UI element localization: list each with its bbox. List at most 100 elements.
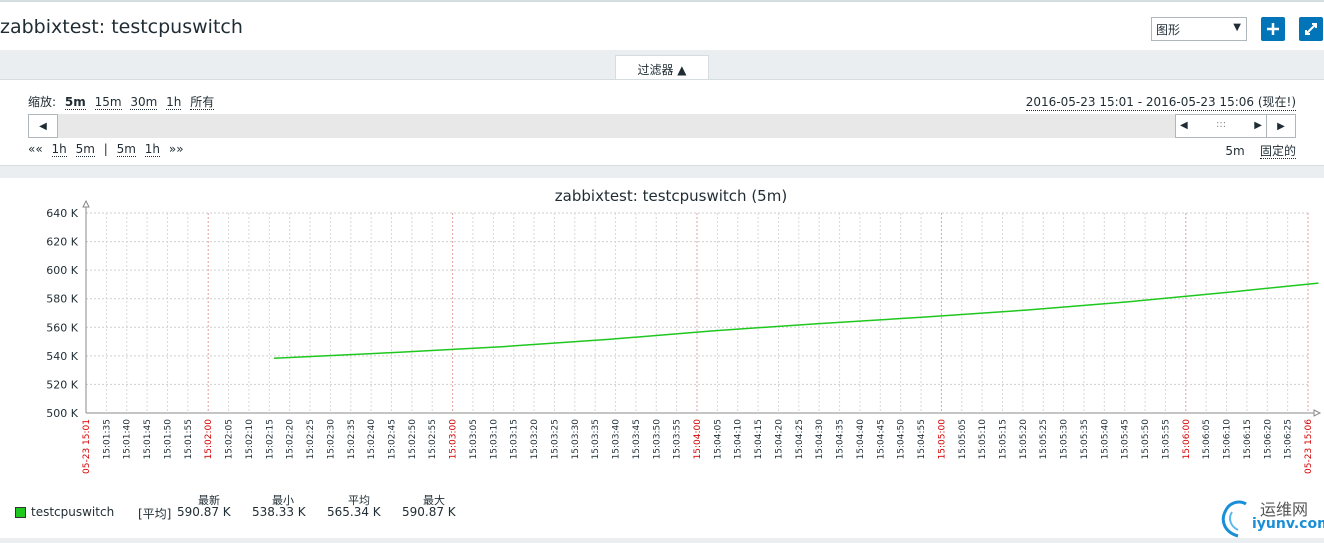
x-tick-label: 15:05:30 [1060, 419, 1070, 460]
period-nav: «« 1h 5m | 5m 1h »» [28, 142, 189, 157]
legend-value-last: 590.87 K [177, 505, 231, 519]
x-tick-label: 15:01:45 [143, 419, 153, 459]
y-axis: 640 K 620 K 600 K 580 K 560 K 540 K 520 K 500 K [46, 199, 90, 420]
watermark-logo: 运维网 iyunv.com [1218, 490, 1324, 540]
fixed-toggle[interactable]: 固定的 [1259, 144, 1296, 159]
x-axis-arrow-icon [1313, 409, 1322, 417]
x-tick-label: 15:03:30 [571, 419, 581, 460]
page-header: zabbixtest: testcpuswitch 图形 ▼ [0, 2, 1324, 50]
period-info: 5m 固定的 [1225, 142, 1296, 159]
x-tick-label: 05-23 15:06 [1304, 419, 1314, 474]
legend-name: testcpuswitch [31, 505, 115, 519]
x-tick-label: 15:03:20 [530, 419, 540, 460]
x-tick-label: 15:03:25 [550, 419, 560, 459]
x-tick-label: 15:04:55 [917, 419, 927, 459]
x-axis: 05-23 15:01 15:01:35 15:01:40 15:01:45 15:01… [82, 409, 1322, 474]
x-tick-label: 15:03:50 [652, 419, 662, 460]
legend-value-avg: 565.34 K [327, 505, 381, 519]
zoom-15m[interactable]: 15m [94, 95, 122, 110]
x-tick-label: 15:03:15 [510, 419, 520, 459]
slider-grip-icon[interactable]: ::: [1216, 119, 1226, 130]
x-tick-label: 15:03:10 [489, 419, 499, 460]
legend-value-min: 538.33 K [252, 505, 306, 519]
time-scrollbar[interactable]: ◀ ◀ ::: ▶ ▶ [28, 114, 1296, 138]
nav-back-1h[interactable]: 1h [51, 142, 67, 157]
x-tick-label: 15:06:20 [1263, 419, 1273, 460]
time-range[interactable]: 2016-05-23 15:01 - 2016-05-23 15:06 (现在!… [1025, 93, 1296, 111]
plus-icon [1267, 23, 1279, 35]
x-tick-label: 15:06:15 [1243, 419, 1253, 459]
filter-tab[interactable]: 过滤器 ▲ [615, 55, 709, 80]
series-line-testcpuswitch [273, 282, 1319, 360]
y-tick-label: 500 K [46, 407, 78, 420]
x-tick-label: 15:05:40 [1100, 419, 1110, 460]
x-tick-label: 15:03:45 [632, 419, 642, 459]
x-tick-label: 15:02:10 [245, 419, 255, 460]
x-tick-label: 15:05:25 [1039, 419, 1049, 459]
zoom-1h[interactable]: 1h [166, 95, 182, 110]
x-tick-label: 15:03:40 [612, 419, 622, 460]
x-tick-label: 15:04:05 [713, 419, 723, 459]
x-tick-label: 15:01:40 [123, 419, 133, 460]
x-tick-label: 15:04:35 [836, 419, 846, 459]
nav-back-all[interactable]: «« [28, 142, 43, 156]
y-tick-label: 600 K [46, 264, 78, 277]
legend-value-max: 590.87 K [402, 505, 456, 519]
y-tick-label: 520 K [46, 378, 78, 391]
x-tick-label: 15:02:50 [408, 419, 418, 460]
scroll-left-button[interactable]: ◀ [28, 114, 58, 138]
x-tick-label: 15:04:20 [774, 419, 784, 460]
slider-right-handle-icon[interactable]: ▶ [1254, 120, 1262, 131]
scroll-right-button[interactable]: ▶ [1266, 114, 1296, 138]
x-tick-label: 15:06:00 [1182, 419, 1192, 460]
x-tick-label: 15:06:05 [1202, 419, 1212, 459]
left-arrow-icon: ◀ [39, 120, 47, 132]
zoom-row: 缩放: 5m 15m 30m 1h 所有 [28, 93, 219, 110]
page-title: zabbixtest: testcpuswitch [0, 16, 243, 38]
x-tick-label: 15:03:35 [591, 419, 601, 459]
slider-left-handle-icon[interactable]: ◀ [1180, 120, 1188, 131]
fullscreen-icon [1305, 23, 1317, 35]
legend-swatch [15, 507, 26, 518]
chart-title: zabbixtest: testcpuswitch (5m) [555, 187, 787, 205]
x-tick-label: 15:04:15 [754, 419, 764, 459]
x-tick-label: 15:03:00 [449, 419, 459, 460]
x-tick-label: 15:03:05 [469, 419, 479, 459]
view-select-value: 图形 [1156, 23, 1181, 37]
y-axis-arrow-icon [82, 199, 90, 208]
x-tick-label: 15:04:25 [795, 419, 805, 459]
y-tick-label: 640 K [46, 207, 78, 220]
x-tick-label: 15:05:10 [978, 419, 988, 460]
view-select[interactable]: 图形 ▼ [1151, 17, 1247, 41]
x-tick-label: 15:02:15 [265, 419, 275, 459]
zoom-5m[interactable]: 5m [64, 95, 86, 110]
add-button[interactable] [1261, 17, 1285, 41]
x-tick-label: 15:01:35 [102, 419, 112, 459]
x-tick-label: 15:04:30 [815, 419, 825, 460]
x-tick-label: 15:02:00 [204, 419, 214, 460]
zoom-all[interactable]: 所有 [190, 95, 215, 110]
nav-fwd-5m[interactable]: 5m [116, 142, 136, 157]
right-arrow-icon: ▶ [1277, 120, 1285, 132]
chart-series [273, 282, 1319, 360]
x-tick-label: 15:05:20 [1019, 419, 1029, 460]
graph-panel: zabbixtest: testcpuswitch (5m) 640 K 620 … [0, 178, 1324, 538]
x-tick-label: 15:04:10 [734, 419, 744, 460]
x-tick-label: 15:02:20 [286, 419, 296, 460]
x-tick-label: 15:03:55 [673, 419, 683, 459]
nav-fwd-1h[interactable]: 1h [144, 142, 161, 157]
y-tick-label: 560 K [46, 321, 78, 334]
x-tick-label: 15:05:55 [1161, 419, 1171, 459]
x-tick-label: 15:02:05 [225, 419, 235, 459]
chart-grid [85, 212, 1309, 414]
dropdown-arrow-icon: ▼ [1233, 22, 1241, 33]
fullscreen-button[interactable] [1299, 17, 1323, 41]
nav-fwd-all[interactable]: »» [169, 142, 184, 156]
scroll-slider[interactable]: ◀ ::: ▶ [1175, 114, 1267, 138]
period-value: 5m [1225, 144, 1245, 158]
filter-panel: 缩放: 5m 15m 30m 1h 所有 2016-05-23 15:01 - … [0, 79, 1324, 166]
zoom-30m[interactable]: 30m [130, 95, 158, 110]
y-tick-label: 620 K [46, 236, 78, 249]
nav-back-5m[interactable]: 5m [75, 142, 95, 157]
x-tick-label: 15:04:00 [693, 419, 703, 460]
